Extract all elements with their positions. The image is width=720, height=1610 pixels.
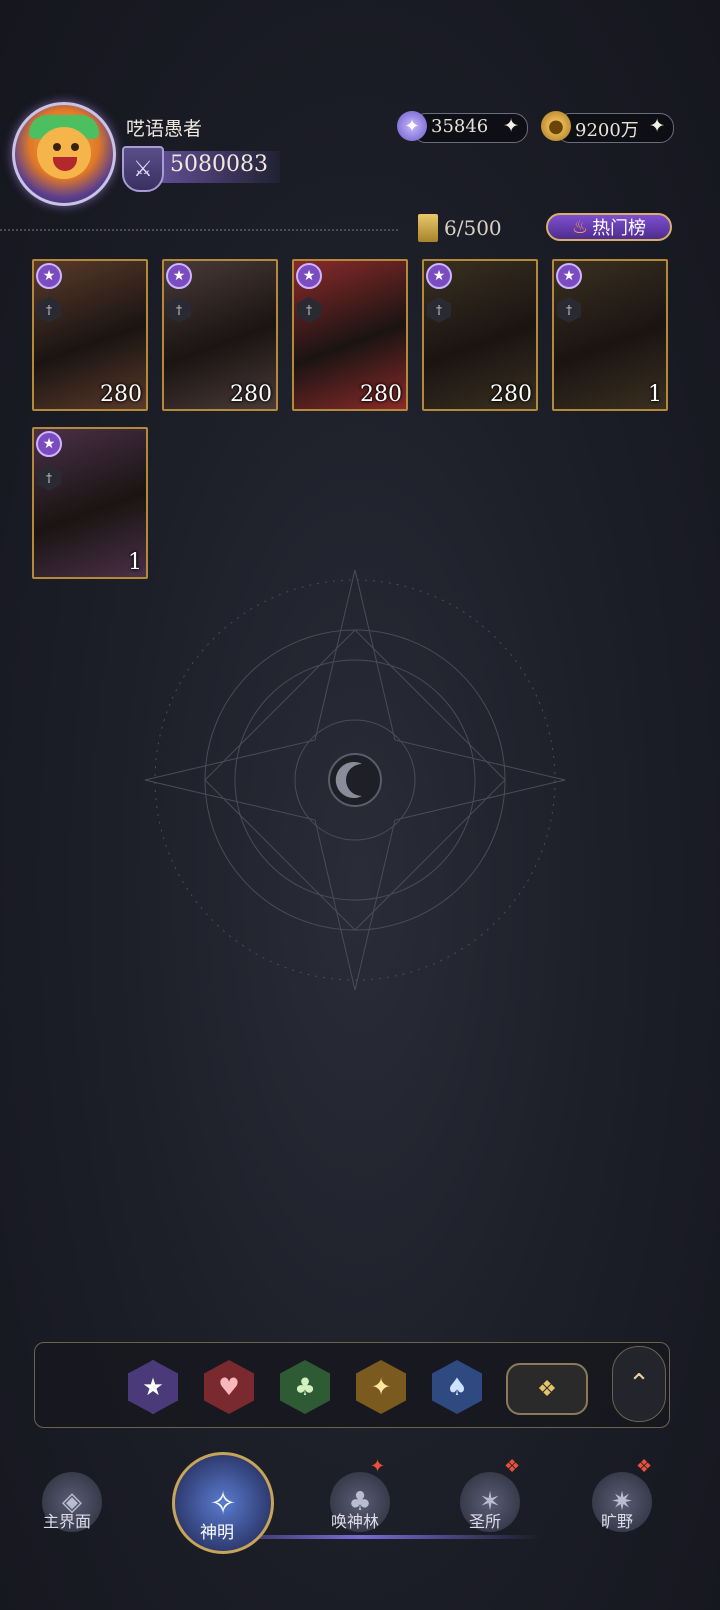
nav-label: 神明 xyxy=(200,1523,234,1543)
card-level: 280 xyxy=(230,382,272,407)
hot-ranking-label: 热门榜 xyxy=(592,218,647,239)
add-star-crystal-icon[interactable]: ✦ xyxy=(503,115,519,137)
avatar[interactable]: ✦ xyxy=(12,102,116,206)
hero-card[interactable]: ★ † 280 xyxy=(292,259,408,411)
nav-label: 主界面 xyxy=(42,1512,91,1531)
star-badge-icon: ★ xyxy=(36,431,62,457)
new-badge-icon: ✦ xyxy=(99,102,115,122)
alert-dot-icon: ✦ xyxy=(370,1456,386,1477)
power-value: 5080083 xyxy=(170,152,268,177)
star-badge-icon: ★ xyxy=(296,263,322,289)
hero-card[interactable]: ★ † 280 xyxy=(422,259,538,411)
gift-badge-icon: ❖ xyxy=(636,1456,653,1477)
nav-item-wilds[interactable]: ✷ 旷野 ❖ xyxy=(562,1456,672,1562)
card-level: 280 xyxy=(490,382,532,407)
rank-shield-icon: ⚔ xyxy=(122,146,164,192)
all-suits-icon[interactable]: ❖ xyxy=(506,1363,588,1415)
nav-item-sanctum[interactable]: ✶ 圣所 ❖ xyxy=(430,1456,540,1562)
hot-ranking-button[interactable]: ♨ 热门榜 xyxy=(546,213,672,241)
nav-label: 圣所 xyxy=(468,1512,501,1531)
hero-card[interactable]: ★ † 280 xyxy=(32,259,148,411)
card-stack-icon xyxy=(418,214,438,242)
username: 呓语愚者 xyxy=(126,118,203,140)
star-crystal-resource[interactable]: ✦ 35846 ✦ xyxy=(397,111,528,143)
card-level: 280 xyxy=(360,382,402,407)
gold-value: 9200万 xyxy=(575,120,639,141)
add-gold-icon[interactable]: ✦ xyxy=(649,115,665,137)
star-crystal-icon: ✦ xyxy=(397,111,427,141)
divider xyxy=(0,229,398,231)
expand-button[interactable]: ⌃ xyxy=(612,1346,666,1422)
star-badge-icon: ★ xyxy=(426,263,452,289)
nav-label: 唤神林 xyxy=(330,1512,379,1531)
gift-badge-icon: ❖ xyxy=(504,1456,521,1477)
gold-resource[interactable]: ● 9200万 ✦ xyxy=(541,111,674,143)
nav-label: 旷野 xyxy=(600,1512,633,1531)
hero-card[interactable]: ★ † 280 xyxy=(162,259,278,411)
nav-item-home[interactable]: ◈ 主界面 xyxy=(12,1462,122,1562)
card-level: 1 xyxy=(648,382,662,407)
star-badge-icon: ★ xyxy=(36,263,62,289)
gold-coin-icon: ● xyxy=(541,111,571,141)
star-badge-icon: ★ xyxy=(556,263,582,289)
moon-emblem-icon xyxy=(144,569,566,991)
card-count: 6/500 xyxy=(444,216,502,240)
fire-icon: ♨ xyxy=(571,216,589,238)
card-level: 280 xyxy=(100,382,142,407)
star-badge-icon: ★ xyxy=(166,263,192,289)
star-crystal-value: 35846 xyxy=(431,116,489,137)
hero-card[interactable]: ★ † 1 xyxy=(32,427,148,579)
nav-item-gods[interactable]: ✧ 神明 xyxy=(162,1452,274,1562)
hero-card[interactable]: ★ † 1 xyxy=(552,259,668,411)
nav-item-grove[interactable]: ♣ 唤神林 ✦ xyxy=(300,1456,410,1562)
